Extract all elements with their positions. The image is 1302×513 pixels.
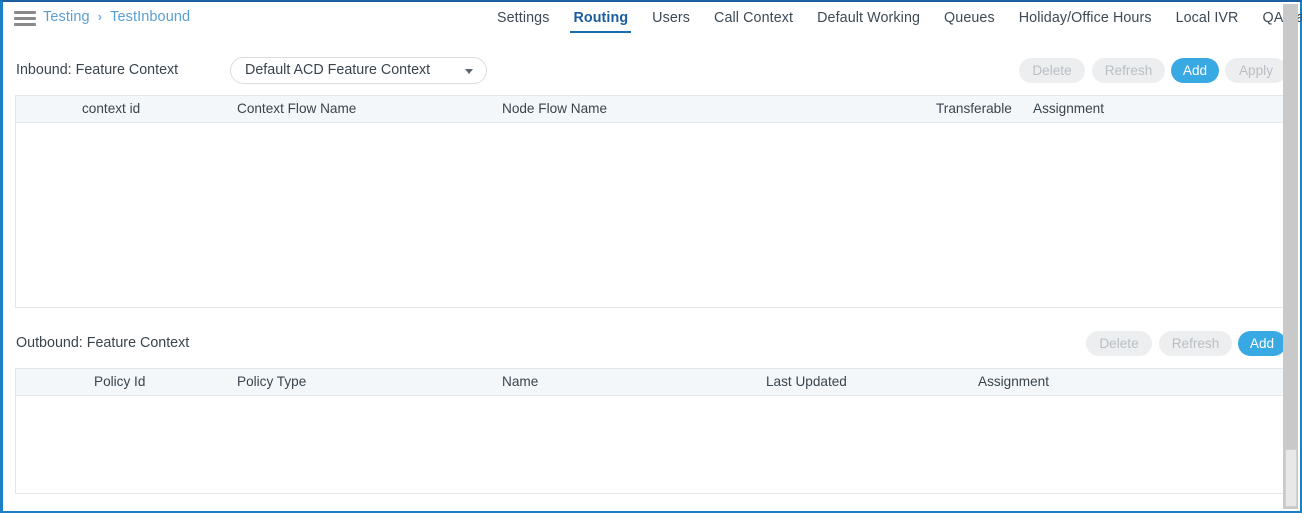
outbound-add-button[interactable]: Add xyxy=(1238,331,1286,356)
breadcrumb-item-root[interactable]: Testing xyxy=(43,9,90,25)
hamburger-bar xyxy=(14,23,36,26)
tab-settings[interactable]: Settings xyxy=(489,2,557,35)
outbound-table-body xyxy=(16,396,1283,493)
breadcrumb-separator-icon: › xyxy=(98,9,102,24)
inbound-add-button[interactable]: Add xyxy=(1171,58,1219,83)
inbound-section-label: Inbound: Feature Context xyxy=(16,62,178,78)
tab-users[interactable]: Users xyxy=(644,2,698,35)
inbound-table: context id Context Flow Name Node Flow N… xyxy=(15,95,1284,308)
application-frame: Testing › TestInbound Settings Routing U… xyxy=(0,0,1302,513)
inbound-column-node-flow-name[interactable]: Node Flow Name xyxy=(502,101,607,116)
inbound-column-transferable[interactable]: Transferable xyxy=(936,101,1012,116)
feature-context-dropdown[interactable]: Default ACD Feature Context xyxy=(230,57,487,84)
top-bar: Testing › TestInbound Settings Routing U… xyxy=(3,2,1300,36)
outbound-column-policy-type[interactable]: Policy Type xyxy=(237,374,306,389)
tab-call-context[interactable]: Call Context xyxy=(706,2,801,35)
hamburger-bar xyxy=(14,17,36,20)
tab-local-ivr[interactable]: Local IVR xyxy=(1168,2,1247,35)
vertical-scrollbar-thumb[interactable] xyxy=(1285,449,1297,507)
inbound-delete-button[interactable]: Delete xyxy=(1019,58,1085,83)
inbound-column-assignment[interactable]: Assignment xyxy=(1033,101,1104,116)
tab-default-working[interactable]: Default Working xyxy=(809,2,928,35)
outbound-table-header-row: Policy Id Policy Type Name Last Updated … xyxy=(16,369,1283,396)
chevron-down-icon xyxy=(465,69,473,74)
tab-bar: Settings Routing Users Call Context Defa… xyxy=(489,2,1302,35)
inbound-table-header-row: context id Context Flow Name Node Flow N… xyxy=(16,96,1283,123)
outbound-section-label: Outbound: Feature Context xyxy=(16,335,189,351)
outbound-column-policy-id[interactable]: Policy Id xyxy=(94,374,145,389)
vertical-scrollbar[interactable] xyxy=(1283,4,1298,509)
tab-routing[interactable]: Routing xyxy=(565,2,636,35)
feature-context-dropdown-value: Default ACD Feature Context xyxy=(245,62,430,78)
outbound-delete-button[interactable]: Delete xyxy=(1086,331,1152,356)
hamburger-menu-icon[interactable] xyxy=(14,11,36,27)
inbound-apply-button[interactable]: Apply xyxy=(1225,58,1287,83)
inbound-refresh-button[interactable]: Refresh xyxy=(1092,58,1165,83)
inbound-column-context-id[interactable]: context id xyxy=(82,101,140,116)
tab-queues[interactable]: Queues xyxy=(936,2,1003,35)
hamburger-bar xyxy=(14,11,36,14)
outbound-column-last-updated[interactable]: Last Updated xyxy=(766,374,847,389)
outbound-table: Policy Id Policy Type Name Last Updated … xyxy=(15,368,1284,494)
inbound-table-body xyxy=(16,123,1283,307)
outbound-column-name[interactable]: Name xyxy=(502,374,538,389)
inbound-column-context-flow-name[interactable]: Context Flow Name xyxy=(237,101,356,116)
outbound-column-assignment[interactable]: Assignment xyxy=(978,374,1049,389)
tab-holiday-office-hours[interactable]: Holiday/Office Hours xyxy=(1011,2,1160,35)
breadcrumb: Testing › TestInbound xyxy=(43,9,190,25)
outbound-refresh-button[interactable]: Refresh xyxy=(1159,331,1232,356)
breadcrumb-item-current[interactable]: TestInbound xyxy=(110,9,190,25)
